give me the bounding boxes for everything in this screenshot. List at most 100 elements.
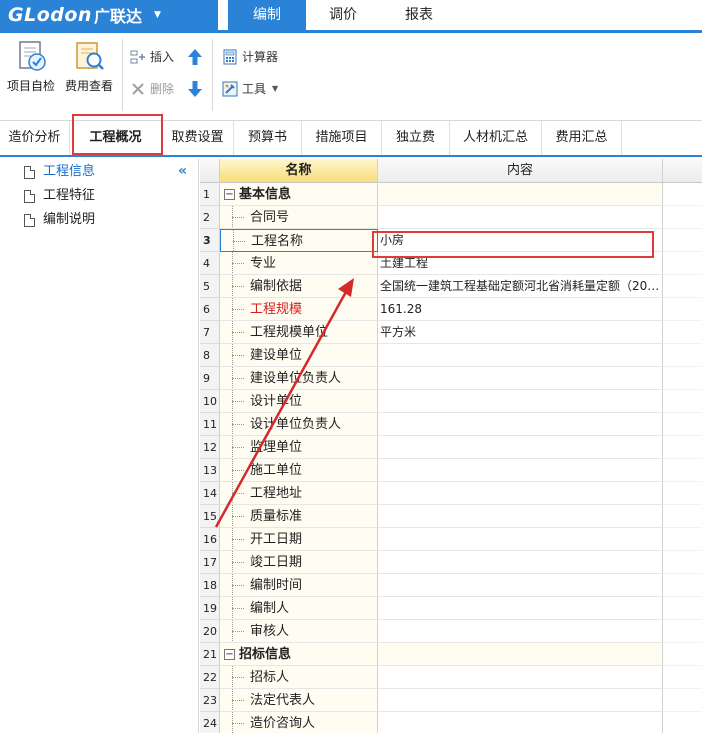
tab-labor-material-summary[interactable]: 人材机汇总 bbox=[450, 121, 542, 155]
value-cell[interactable] bbox=[378, 643, 663, 666]
table-row[interactable]: 17 竣工日期 bbox=[200, 551, 702, 574]
value-cell[interactable]: 土建工程 bbox=[378, 252, 663, 275]
name-cell[interactable]: 开工日期 bbox=[220, 528, 378, 551]
table-row[interactable]: 5 编制依据 全国统一建筑工程基础定额河北省消耗量定额（20… bbox=[200, 275, 702, 298]
name-cell[interactable]: 施工单位 bbox=[220, 459, 378, 482]
app-logo-menu[interactable]: GLodon 广联达 ▼ bbox=[0, 0, 218, 30]
delete-button[interactable]: 删除 bbox=[130, 79, 174, 99]
value-cell[interactable] bbox=[378, 459, 663, 482]
table-row[interactable]: 13 施工单位 bbox=[200, 459, 702, 482]
table-row[interactable]: 14 工程地址 bbox=[200, 482, 702, 505]
name-cell[interactable]: 工程名称 bbox=[220, 229, 378, 252]
tab-cost-analysis[interactable]: 造价分析 bbox=[0, 121, 70, 155]
sidebar-item-compilation-notes[interactable]: 编制说明 bbox=[24, 209, 95, 231]
name-cell[interactable]: 合同号 bbox=[220, 206, 378, 229]
value-cell[interactable] bbox=[378, 620, 663, 643]
value-cell[interactable] bbox=[378, 597, 663, 620]
name-cell[interactable]: 工程地址 bbox=[220, 482, 378, 505]
column-header-name[interactable]: 名称 bbox=[220, 159, 378, 183]
name-cell[interactable]: 监理单位 bbox=[220, 436, 378, 459]
name-cell[interactable]: 编制时间 bbox=[220, 574, 378, 597]
name-cell[interactable]: 编制依据 bbox=[220, 275, 378, 298]
table-row[interactable]: 19 编制人 bbox=[200, 597, 702, 620]
value-cell[interactable] bbox=[378, 344, 663, 367]
value-cell[interactable]: 平方米 bbox=[378, 321, 663, 344]
fee-view-button[interactable]: 费用查看 bbox=[60, 39, 118, 94]
sidebar-item-project-info[interactable]: 工程信息 bbox=[24, 161, 95, 183]
table-row[interactable]: 3 工程名称 小房 bbox=[200, 229, 702, 252]
name-cell[interactable]: 专业 bbox=[220, 252, 378, 275]
tab-budget[interactable]: 预算书 bbox=[234, 121, 302, 155]
value-cell[interactable]: 全国统一建筑工程基础定额河北省消耗量定额（20… bbox=[378, 275, 663, 298]
table-row[interactable]: 9 建设单位负责人 bbox=[200, 367, 702, 390]
tab-project-overview[interactable]: 工程概况 bbox=[70, 121, 162, 157]
collapse-group-icon[interactable]: − bbox=[224, 649, 235, 660]
value-cell[interactable] bbox=[378, 551, 663, 574]
value-cell[interactable] bbox=[378, 390, 663, 413]
value-cell[interactable] bbox=[378, 367, 663, 390]
table-group-row[interactable]: 1− 基本信息 bbox=[200, 183, 702, 206]
table-row[interactable]: 15 质量标准 bbox=[200, 505, 702, 528]
name-cell[interactable]: 编制人 bbox=[220, 597, 378, 620]
menu-tab-price-adjust[interactable]: 调价 bbox=[312, 0, 374, 30]
tools-button[interactable]: 工具 ▼ bbox=[222, 79, 278, 99]
table-row[interactable]: 22 招标人 bbox=[200, 666, 702, 689]
move-down-icon[interactable] bbox=[186, 79, 204, 99]
table-row[interactable]: 7 工程规模单位 平方米 bbox=[200, 321, 702, 344]
name-cell[interactable]: 工程规模单位 bbox=[220, 321, 378, 344]
table-row[interactable]: 23 法定代表人 bbox=[200, 689, 702, 712]
table-row[interactable]: 18 编制时间 bbox=[200, 574, 702, 597]
table-row[interactable]: 4 专业 土建工程 bbox=[200, 252, 702, 275]
table-group-row[interactable]: 21− 招标信息 bbox=[200, 643, 702, 666]
name-cell[interactable]: − 招标信息 bbox=[220, 643, 378, 666]
name-cell[interactable]: − 基本信息 bbox=[220, 183, 378, 206]
value-cell[interactable] bbox=[378, 666, 663, 689]
value-cell[interactable] bbox=[378, 574, 663, 597]
insert-button[interactable]: 插入 bbox=[130, 47, 174, 67]
tab-fee-settings[interactable]: 取费设置 bbox=[162, 121, 234, 155]
value-cell[interactable] bbox=[378, 413, 663, 436]
menu-tab-report[interactable]: 报表 bbox=[386, 0, 452, 30]
value-cell[interactable] bbox=[378, 505, 663, 528]
sidebar-item-project-features[interactable]: 工程特征 bbox=[24, 185, 95, 207]
value-cell[interactable] bbox=[378, 482, 663, 505]
table-row[interactable]: 16 开工日期 bbox=[200, 528, 702, 551]
value-cell[interactable] bbox=[378, 183, 663, 206]
name-cell[interactable]: 竣工日期 bbox=[220, 551, 378, 574]
menu-tab-edit[interactable]: 编制 bbox=[228, 0, 306, 30]
name-cell[interactable]: 质量标准 bbox=[220, 505, 378, 528]
project-self-check-button[interactable]: 项目自检 bbox=[2, 39, 60, 94]
name-cell[interactable]: 设计单位 bbox=[220, 390, 378, 413]
name-cell[interactable]: 造价咨询人 bbox=[220, 712, 378, 733]
table-row[interactable]: 10 设计单位 bbox=[200, 390, 702, 413]
name-cell[interactable]: 法定代表人 bbox=[220, 689, 378, 712]
tab-independent-fee[interactable]: 独立费 bbox=[382, 121, 450, 155]
value-cell[interactable] bbox=[378, 689, 663, 712]
name-cell[interactable]: 建设单位负责人 bbox=[220, 367, 378, 390]
name-cell[interactable]: 招标人 bbox=[220, 666, 378, 689]
collapse-left-icon[interactable]: « bbox=[178, 163, 194, 179]
name-cell[interactable]: 审核人 bbox=[220, 620, 378, 643]
calculator-button[interactable]: 计算器 bbox=[222, 47, 278, 67]
table-row[interactable]: 11 设计单位负责人 bbox=[200, 413, 702, 436]
collapse-group-icon[interactable]: − bbox=[224, 189, 235, 200]
tab-fee-summary[interactable]: 费用汇总 bbox=[542, 121, 622, 155]
value-cell[interactable]: 小房 bbox=[378, 229, 663, 252]
move-up-icon[interactable] bbox=[186, 47, 204, 67]
column-header-content[interactable]: 内容 bbox=[378, 159, 663, 183]
value-cell[interactable] bbox=[378, 206, 663, 229]
value-cell[interactable] bbox=[378, 528, 663, 551]
table-row[interactable]: 8 建设单位 bbox=[200, 344, 702, 367]
name-cell[interactable]: 工程规模 bbox=[220, 298, 378, 321]
name-cell[interactable]: 建设单位 bbox=[220, 344, 378, 367]
table-row[interactable]: 6 工程规模 161.28 bbox=[200, 298, 702, 321]
value-cell[interactable] bbox=[378, 436, 663, 459]
value-cell[interactable]: 161.28 bbox=[378, 298, 663, 321]
table-row[interactable]: 2 合同号 bbox=[200, 206, 702, 229]
name-cell[interactable]: 设计单位负责人 bbox=[220, 413, 378, 436]
tab-measures[interactable]: 措施项目 bbox=[302, 121, 382, 155]
table-row[interactable]: 12 监理单位 bbox=[200, 436, 702, 459]
table-row[interactable]: 24 造价咨询人 bbox=[200, 712, 702, 733]
value-cell[interactable] bbox=[378, 712, 663, 733]
table-row[interactable]: 20 审核人 bbox=[200, 620, 702, 643]
